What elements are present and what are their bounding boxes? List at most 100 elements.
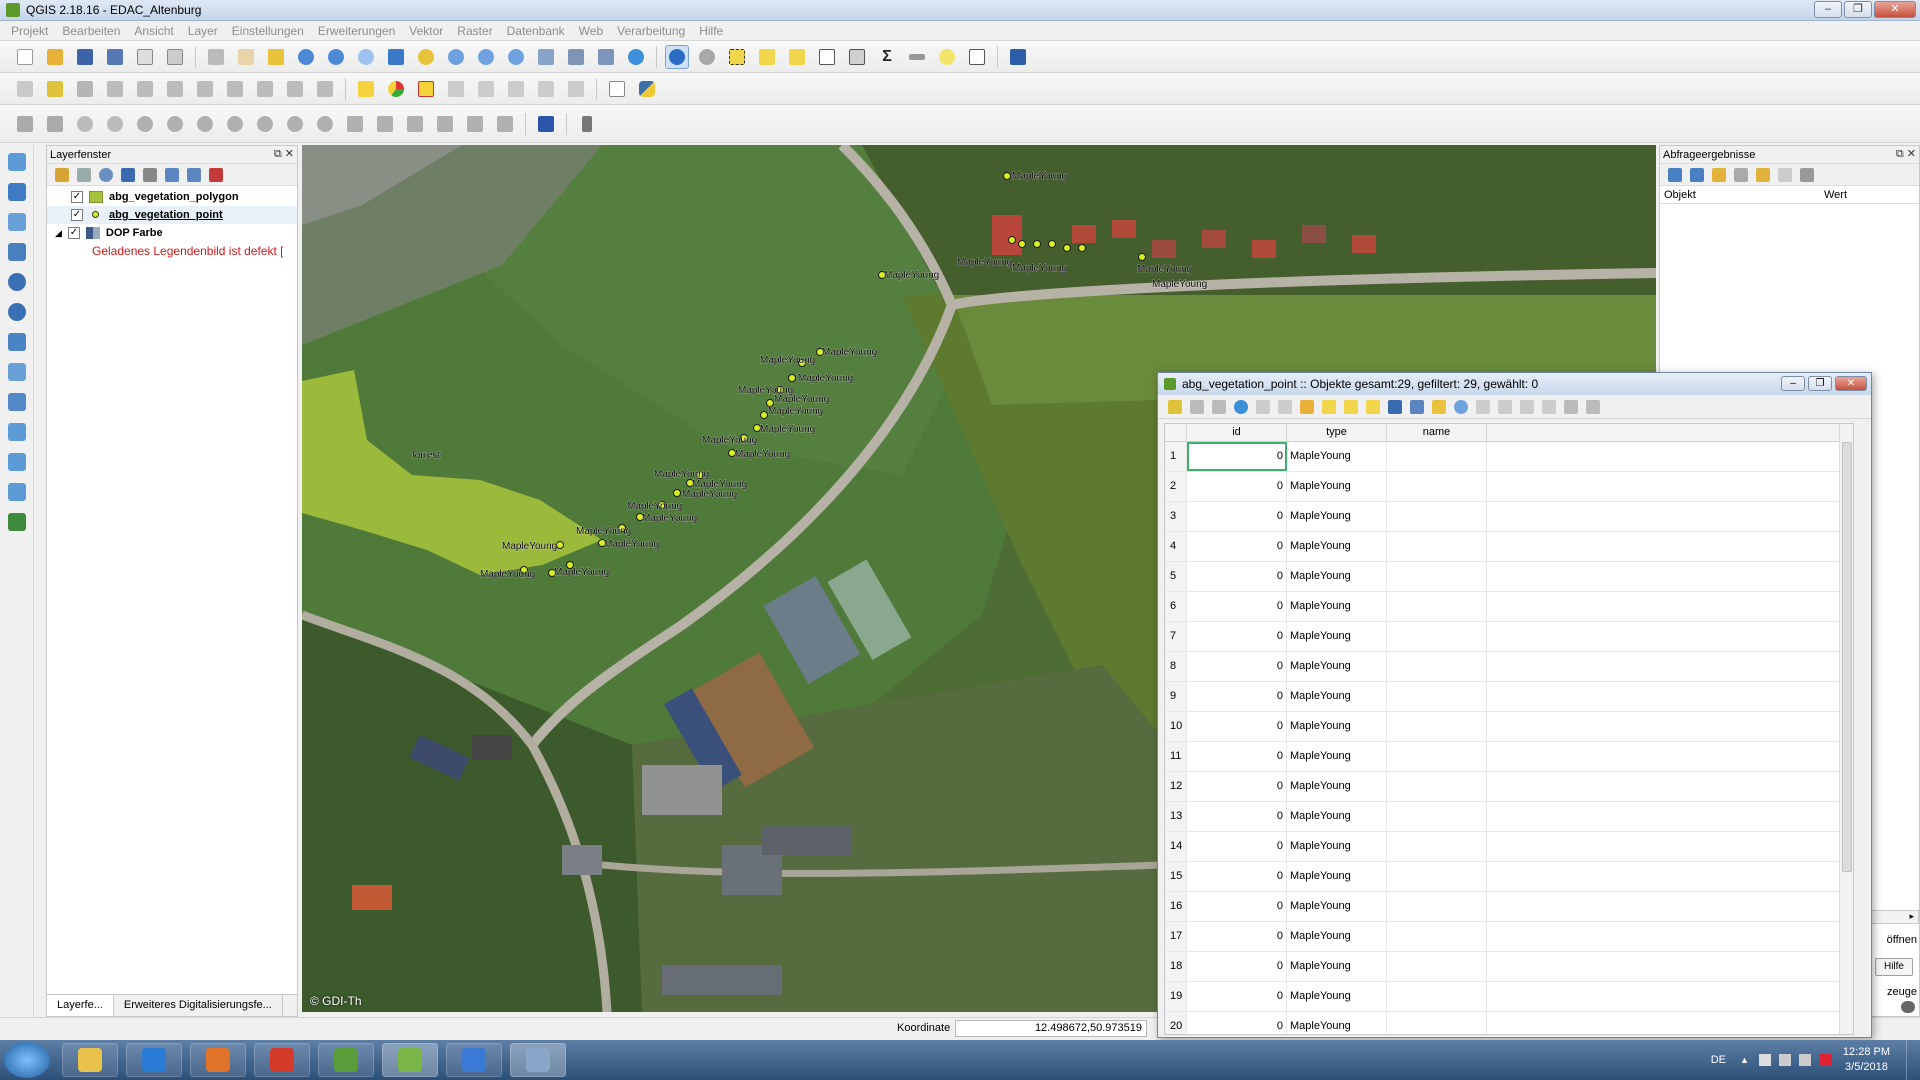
add-raster-layer-icon[interactable] <box>4 179 30 205</box>
cell-type[interactable]: MapleYoung <box>1287 922 1387 951</box>
delete-ring-icon[interactable] <box>223 112 247 136</box>
add-feature-icon[interactable] <box>1256 399 1270 414</box>
cell-id[interactable]: 0 <box>1187 442 1287 471</box>
add-oracle-layer-icon[interactable] <box>4 479 30 505</box>
open-label[interactable]: öffnen <box>1887 934 1917 946</box>
cell-name[interactable] <box>1387 592 1487 621</box>
save-as-icon[interactable] <box>103 45 127 69</box>
cell-name[interactable] <box>1387 982 1487 1011</box>
show-bookmarks-icon[interactable] <box>594 45 618 69</box>
close-button[interactable]: ✕ <box>1874 1 1916 18</box>
cell-id[interactable]: 0 <box>1187 742 1287 771</box>
table-row[interactable]: 15 0 MapleYoung <box>1165 862 1853 892</box>
rotate-feature-icon[interactable] <box>43 112 67 136</box>
table-row[interactable]: 3 0 MapleYoung <box>1165 502 1853 532</box>
rotate-point-symbols-icon[interactable] <box>493 112 517 136</box>
rotate-label-icon[interactable] <box>534 77 558 101</box>
layer-checkbox[interactable]: ✓ <box>67 227 80 239</box>
menu-projekt[interactable]: Projekt <box>4 24 55 38</box>
language-indicator[interactable]: DE <box>1711 1054 1726 1066</box>
cell-name[interactable] <box>1387 862 1487 891</box>
table-row[interactable]: 12 0 MapleYoung <box>1165 772 1853 802</box>
security-alert-icon[interactable] <box>1818 1054 1831 1066</box>
add-postgis-layer-icon[interactable] <box>4 239 30 265</box>
layer-item-polygon[interactable]: ✓ abg_vegetation_polygon <box>47 188 297 206</box>
close-button[interactable]: ✕ <box>1835 376 1867 391</box>
new-map-view-icon[interactable] <box>534 45 558 69</box>
touch-zoom-icon[interactable] <box>204 45 228 69</box>
invert-selection-icon[interactable] <box>1344 399 1358 414</box>
menu-datenbank[interactable]: Datenbank <box>500 24 572 38</box>
help-button[interactable]: Hilfe <box>1875 958 1913 976</box>
cell-name[interactable] <box>1387 892 1487 921</box>
cell-type[interactable]: MapleYoung <box>1287 772 1387 801</box>
cell-name[interactable] <box>1387 742 1487 771</box>
table-row[interactable]: 4 0 MapleYoung <box>1165 532 1853 562</box>
delete-part-icon[interactable] <box>253 112 277 136</box>
move-selection-top-icon[interactable] <box>1410 399 1424 414</box>
node-tool-icon[interactable] <box>193 77 217 101</box>
new-shapefile-icon[interactable] <box>4 419 30 445</box>
cell-id[interactable]: 0 <box>1187 502 1287 531</box>
table-row[interactable]: 10 0 MapleYoung <box>1165 712 1853 742</box>
cell-type[interactable]: MapleYoung <box>1287 832 1387 861</box>
table-row[interactable]: 16 0 MapleYoung <box>1165 892 1853 922</box>
menu-einstellungen[interactable]: Einstellungen <box>225 24 311 38</box>
delete-feature-icon[interactable] <box>1278 399 1292 414</box>
cell-type[interactable]: MapleYoung <box>1287 592 1387 621</box>
taskbar-app-plane-app[interactable] <box>446 1043 502 1077</box>
pin-labels-icon[interactable] <box>444 77 468 101</box>
undo-icon[interactable] <box>73 112 97 136</box>
add-vector-layer-icon[interactable] <box>4 149 30 175</box>
cell-type[interactable]: MapleYoung <box>1287 652 1387 681</box>
table-row[interactable]: 18 0 MapleYoung <box>1165 952 1853 982</box>
cell-id[interactable]: 0 <box>1187 532 1287 561</box>
tray-expand-icon[interactable]: ▲ <box>1740 1055 1749 1065</box>
coordinate-field[interactable]: 12.498672,50.973519 <box>955 1020 1147 1037</box>
cell-id[interactable]: 0 <box>1187 922 1287 951</box>
move-feature-icon[interactable] <box>163 77 187 101</box>
simplify-icon[interactable] <box>343 112 367 136</box>
print-icon[interactable] <box>1800 167 1814 182</box>
clock[interactable]: 12:28 PM 3/5/2018 <box>1843 1045 1890 1075</box>
cell-type[interactable]: MapleYoung <box>1287 712 1387 741</box>
select-expression-icon[interactable] <box>1300 399 1314 414</box>
paste-features-icon[interactable] <box>313 77 337 101</box>
cell-type[interactable]: MapleYoung <box>1287 472 1387 501</box>
panel-float-close-icon[interactable]: ⧉ ✕ <box>274 147 294 161</box>
save-project-icon[interactable] <box>73 45 97 69</box>
tab-advanced-digitizing[interactable]: Erweiteres Digitalisierungsfe... <box>114 995 283 1016</box>
table-row[interactable]: 2 0 MapleYoung <box>1165 472 1853 502</box>
column-header-name[interactable]: name <box>1387 424 1487 441</box>
manage-themes-icon[interactable] <box>99 167 113 182</box>
cell-id[interactable]: 0 <box>1187 892 1287 921</box>
menu-web[interactable]: Web <box>572 24 610 38</box>
menu-verarbeitung[interactable]: Verarbeitung <box>610 24 692 38</box>
cell-name[interactable] <box>1387 442 1487 471</box>
help-icon[interactable] <box>1006 45 1030 69</box>
attribute-table-titlebar[interactable]: abg_vegetation_point :: Objekte gesamt:2… <box>1158 373 1871 395</box>
python-console-icon[interactable] <box>635 77 659 101</box>
statistics-sigma-icon[interactable]: Σ <box>875 45 899 69</box>
reload-icon[interactable] <box>1234 399 1248 414</box>
measure-line-icon[interactable] <box>905 45 929 69</box>
new-print-composer-icon[interactable] <box>133 45 157 69</box>
menu-raster[interactable]: Raster <box>450 24 499 38</box>
taskbar-app-internet-explorer[interactable] <box>126 1043 182 1077</box>
cell-type[interactable]: MapleYoung <box>1287 682 1387 711</box>
add-ring-icon[interactable] <box>133 112 157 136</box>
expand-all-icon[interactable] <box>165 167 179 182</box>
table-row[interactable]: 13 0 MapleYoung <box>1165 802 1853 832</box>
open-project-icon[interactable] <box>43 45 67 69</box>
filter-expression-icon[interactable] <box>143 167 157 182</box>
cell-type[interactable]: MapleYoung <box>1287 952 1387 981</box>
expand-new-results-icon[interactable] <box>1712 167 1726 182</box>
expand-tree-icon[interactable] <box>1668 167 1682 182</box>
split-features-icon[interactable] <box>373 112 397 136</box>
trace-icon[interactable] <box>575 112 599 136</box>
filter-legend-icon[interactable] <box>121 167 135 182</box>
copy-feature-icon[interactable] <box>1778 167 1792 182</box>
label-icon[interactable] <box>354 77 378 101</box>
zoom-full-icon[interactable] <box>384 45 408 69</box>
panel-float-close-icon[interactable]: ⧉ ✕ <box>1896 147 1916 161</box>
